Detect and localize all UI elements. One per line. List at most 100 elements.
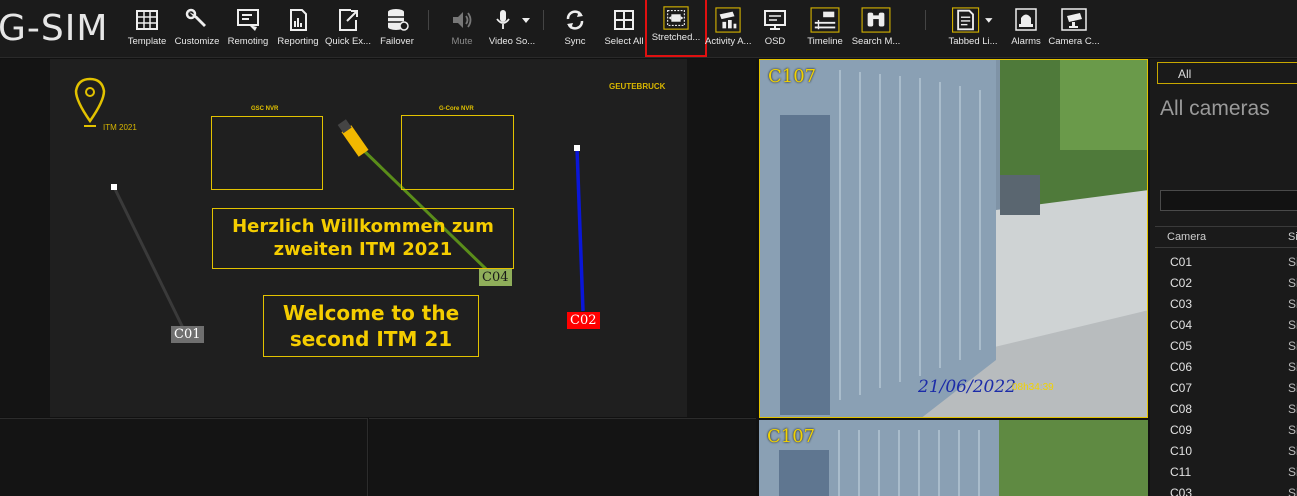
template-label: Template xyxy=(127,36,167,47)
osd-monitor-icon xyxy=(764,10,786,30)
map-logo-text: ITM 2021 xyxy=(103,123,137,132)
camera-list-row[interactable]: C05 Si xyxy=(1155,336,1297,357)
column-header: Camera Si xyxy=(1155,226,1297,248)
tab-all-label: All xyxy=(1178,67,1192,81)
timeline-label: Timeline xyxy=(807,36,843,47)
wrench-icon xyxy=(185,8,206,27)
banner-line: Welcome to the xyxy=(282,301,460,325)
video-frame xyxy=(760,60,1147,417)
camera-list-row[interactable]: C04 Si xyxy=(1155,315,1297,336)
empty-view-pane[interactable] xyxy=(369,418,756,496)
quick-export-button[interactable]: Quick Ex... xyxy=(323,3,373,55)
map-viewport[interactable]: ITM 2021 GEUTEBRUCK GSC NVR G-Core NVR H… xyxy=(0,59,756,417)
quick-export-label: Quick Ex... xyxy=(325,36,371,47)
sync-label: Sync xyxy=(564,36,586,47)
camera-name: C08 xyxy=(1170,402,1193,416)
camera-name: C07 xyxy=(1170,381,1193,395)
activity-camera-icon xyxy=(715,7,741,33)
camera-tag-c02[interactable]: C02 xyxy=(567,312,600,329)
timeline-button[interactable]: Timeline xyxy=(803,3,847,55)
remote-screen-icon xyxy=(237,9,259,31)
tabbed-list-label: Tabbed Li... xyxy=(948,36,998,47)
camera-list-row[interactable]: C03 Si xyxy=(1155,294,1297,315)
map-brand: GEUTEBRUCK xyxy=(609,82,666,91)
welcome-banner-de: Herzlich Willkommen zum zweiten ITM 2021 xyxy=(212,208,514,269)
activity-button[interactable]: Activity A... xyxy=(705,3,751,55)
failover-button[interactable]: Failover xyxy=(374,3,420,55)
camera-status: Si xyxy=(1288,486,1297,496)
site-map[interactable]: ITM 2021 GEUTEBRUCK GSC NVR G-Core NVR H… xyxy=(50,59,687,417)
remoting-button[interactable]: Remoting xyxy=(224,3,272,55)
camera-list-row[interactable]: C11 Si xyxy=(1155,462,1297,483)
alarm-bell-icon xyxy=(1015,8,1037,31)
reporting-button[interactable]: Reporting xyxy=(274,3,322,55)
camera-name: C11 xyxy=(1170,465,1192,479)
nvr-box[interactable] xyxy=(401,115,514,190)
video-pane-bottom[interactable]: C107 xyxy=(759,420,1148,496)
customize-label: Customize xyxy=(174,36,220,47)
osd-button[interactable]: OSD xyxy=(757,3,793,55)
banner-line: Herzlich Willkommen zum xyxy=(232,216,494,237)
camera-search-input[interactable] xyxy=(1160,190,1297,211)
camera-name: C05 xyxy=(1170,339,1193,353)
search-media-button[interactable]: Search M... xyxy=(850,3,902,55)
camera-name: C03 xyxy=(1170,297,1193,311)
camera-status: Si xyxy=(1288,297,1297,311)
customize-button[interactable]: Customize xyxy=(172,3,222,55)
timeline-icon xyxy=(810,7,840,33)
alarms-label: Alarms xyxy=(1011,36,1041,47)
camera-tag-c01[interactable]: C01 xyxy=(171,326,204,343)
camera-list-row[interactable]: C08 Si xyxy=(1155,399,1297,420)
nvr-box[interactable] xyxy=(211,116,323,190)
main-toolbar: G-SIM Template Customize Remoting Report… xyxy=(0,0,1297,58)
camera-tag-c04[interactable]: C04 xyxy=(479,269,512,286)
camera-list-row[interactable]: C10 Si xyxy=(1155,441,1297,462)
toolbar-separator xyxy=(543,10,544,30)
video-frame xyxy=(759,420,1148,496)
sync-button[interactable]: Sync xyxy=(554,3,596,55)
grid-icon xyxy=(136,10,158,30)
tabbed-list-button[interactable]: Tabbed Li... xyxy=(946,3,1000,55)
camera-name: C09 xyxy=(1170,423,1193,437)
panel-title: All cameras xyxy=(1160,97,1270,120)
camera-list-row[interactable]: C09 Si xyxy=(1155,420,1297,441)
column-camera[interactable]: Camera xyxy=(1167,231,1206,243)
camera-list-row[interactable]: C07 Si xyxy=(1155,378,1297,399)
camera-control-icon xyxy=(1061,8,1087,31)
video-camera-label: C107 xyxy=(767,426,816,447)
mute-button[interactable]: Mute xyxy=(440,3,484,55)
camera-status: Si xyxy=(1288,360,1297,374)
tab-all[interactable]: All xyxy=(1157,62,1297,84)
camera-status: Si xyxy=(1288,402,1297,416)
video-pane-top[interactable]: C107 21/06/2022 08h34:39 xyxy=(759,59,1148,418)
stretched-button[interactable]: Stretched... xyxy=(645,0,707,57)
app-title: G-SIM xyxy=(0,8,109,49)
tabbed-list-icon xyxy=(952,7,993,33)
remoting-label: Remoting xyxy=(227,36,269,47)
sync-icon xyxy=(566,10,584,30)
video-date: 21/06/2022 xyxy=(918,377,1016,397)
nvr-label: G-Core NVR xyxy=(439,106,474,112)
nvr-label: GSC NVR xyxy=(251,106,279,112)
select-all-button[interactable]: Select All xyxy=(601,3,647,55)
empty-view-pane[interactable] xyxy=(0,418,368,496)
camera-status: Si xyxy=(1288,423,1297,437)
video-time: 08h34:39 xyxy=(1012,382,1054,393)
camera-status: Si xyxy=(1288,339,1297,353)
video-source-label: Video So... xyxy=(488,36,536,47)
camera-list-row[interactable]: C02 Si xyxy=(1155,273,1297,294)
column-status[interactable]: Si xyxy=(1288,231,1297,243)
template-button[interactable]: Template xyxy=(125,3,169,55)
alarms-button[interactable]: Alarms xyxy=(1007,3,1045,55)
camera-list-row[interactable]: C03 Si xyxy=(1155,483,1297,496)
camera-control-button[interactable]: Camera C... xyxy=(1046,3,1102,55)
select-all-label: Select All xyxy=(604,36,644,47)
camera-name: C03 xyxy=(1170,486,1193,496)
banner-line: zweiten ITM 2021 xyxy=(273,239,453,260)
video-camera-label: C107 xyxy=(768,66,817,87)
video-source-button[interactable]: Video So... xyxy=(486,3,538,55)
location-pin-icon xyxy=(74,77,106,124)
camera-list-row[interactable]: C06 Si xyxy=(1155,357,1297,378)
camera-list-row[interactable]: C01 Si xyxy=(1155,252,1297,273)
camera-status: Si xyxy=(1288,381,1297,395)
